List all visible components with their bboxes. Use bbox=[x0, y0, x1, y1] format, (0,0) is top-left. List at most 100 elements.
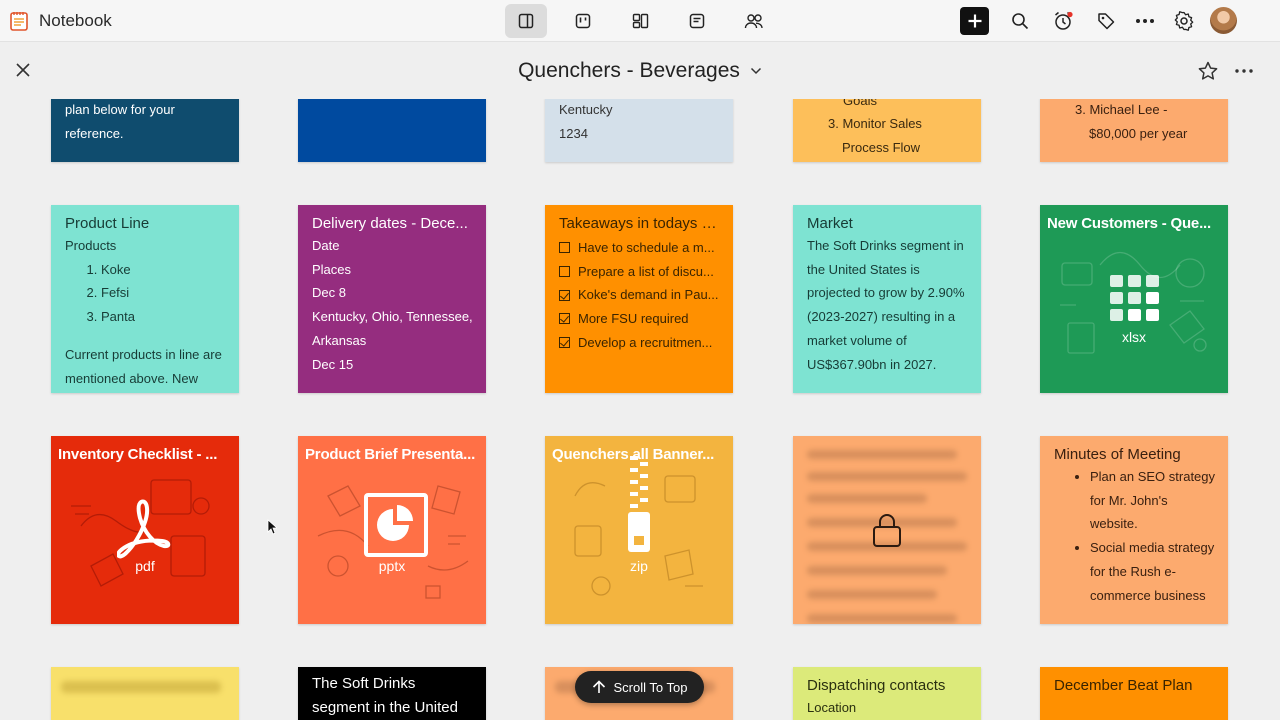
note-text: Places bbox=[312, 261, 352, 277]
add-note-button[interactable] bbox=[960, 7, 989, 35]
note-card-product-line[interactable]: Product Line Products Koke Fefsi Panta C… bbox=[51, 205, 239, 393]
file-title: New Customers - Que... bbox=[1047, 215, 1211, 232]
scroll-to-top-label: Scroll To Top bbox=[613, 679, 688, 695]
note-text: plan below for your bbox=[65, 102, 175, 117]
note-text: Arkansas bbox=[312, 332, 367, 348]
checkbox[interactable] bbox=[559, 266, 570, 278]
file-title: Product Brief Presenta... bbox=[305, 446, 476, 463]
file-extension: zip bbox=[630, 558, 648, 574]
note-card-soft-drinks[interactable]: The Soft Drinks segment in the United bbox=[298, 667, 486, 720]
file-card-xlsx[interactable]: New Customers - Que... xlsx bbox=[1040, 205, 1228, 393]
note-text: mentioned above. New bbox=[65, 370, 198, 386]
note-text: The Soft Drinks bbox=[312, 675, 416, 692]
note-text: projected to grow by 2.90% bbox=[807, 285, 965, 301]
file-card-zip[interactable]: Quenchers all Banner... zip bbox=[545, 436, 733, 624]
list-item: Koke bbox=[101, 258, 229, 282]
note-card[interactable]: plan below for your reference. bbox=[51, 99, 239, 162]
note-text: Location bbox=[807, 700, 857, 715]
checkbox[interactable] bbox=[559, 242, 570, 254]
file-extension: xlsx bbox=[1121, 329, 1147, 345]
file-card-pdf[interactable]: Inventory Checklist - ... pdf bbox=[51, 436, 239, 624]
notebook-header: Quenchers - Beverages bbox=[0, 43, 1280, 99]
note-text: 3. Monitor Sales bbox=[828, 116, 922, 131]
shared-view-button[interactable] bbox=[733, 4, 775, 38]
note-text: 1234 bbox=[559, 125, 588, 141]
list-item: Plan an SEO strategy for Mr. John's webs… bbox=[1090, 465, 1218, 536]
notebook-title-dropdown[interactable]: Quenchers - Beverages bbox=[0, 59, 1280, 83]
spreadsheet-icon bbox=[1110, 275, 1159, 321]
note-card[interactable]: Goals 3. Monitor Sales Process Flow bbox=[793, 99, 981, 162]
tag-icon bbox=[1098, 13, 1115, 30]
checklist-item: Have to schedule a m... bbox=[559, 236, 723, 260]
note-text: Date bbox=[312, 238, 340, 253]
note-view-button[interactable] bbox=[676, 4, 718, 38]
note-card-minutes[interactable]: Minutes of Meeting Plan an SEO strategy … bbox=[1040, 436, 1228, 624]
note-text: The Soft Drinks segment in bbox=[807, 238, 964, 253]
note-text: the United States is bbox=[807, 261, 920, 277]
note-text: Kentucky bbox=[559, 102, 613, 117]
board-view-button[interactable] bbox=[562, 4, 604, 38]
reminders-button[interactable] bbox=[1050, 8, 1076, 34]
file-extension: pptx bbox=[378, 558, 406, 574]
checkbox-checked[interactable] bbox=[559, 313, 570, 325]
note-text: $80,000 per year bbox=[1089, 125, 1188, 141]
file-extension: pdf bbox=[135, 558, 155, 574]
tags-button[interactable] bbox=[1093, 8, 1119, 34]
horizontal-dots-icon bbox=[1136, 19, 1154, 23]
checklist-item: Prepare a list of discu... bbox=[559, 260, 723, 284]
list-item: Social media strategy for the Rush e- co… bbox=[1090, 536, 1218, 607]
list-item: Panta bbox=[101, 305, 229, 329]
notebook-title: Quenchers - Beverages bbox=[518, 59, 740, 82]
note-text: Process Flow bbox=[842, 139, 921, 155]
locked-note-card[interactable] bbox=[793, 436, 981, 624]
people-icon bbox=[744, 14, 763, 29]
note-title: Market bbox=[807, 215, 853, 232]
top-bar: Notebook bbox=[0, 0, 1280, 42]
notebook-more-icon[interactable] bbox=[1233, 60, 1255, 82]
note-card-dispatch[interactable]: Dispatching contacts Location bbox=[793, 667, 981, 720]
arrow-up-icon bbox=[592, 680, 605, 693]
gear-icon bbox=[1174, 11, 1194, 31]
star-icon[interactable] bbox=[1197, 60, 1219, 82]
note-text: reference. bbox=[65, 125, 124, 141]
note-card[interactable]: Kentucky 1234 bbox=[545, 99, 733, 162]
file-title: Inventory Checklist - ... bbox=[58, 446, 218, 463]
checklist-item: Develop a recruitmen... bbox=[559, 331, 723, 355]
more-options-button[interactable] bbox=[1132, 8, 1158, 34]
note-title: Delivery dates - Dece... bbox=[312, 215, 468, 232]
board-icon bbox=[575, 13, 591, 29]
note-title: Takeaways in todays M... bbox=[559, 215, 721, 232]
settings-button[interactable] bbox=[1171, 8, 1197, 34]
note-card-delivery[interactable]: Delivery dates - Dece... Date Places Dec… bbox=[298, 205, 486, 393]
note-icon bbox=[689, 13, 705, 29]
user-avatar[interactable] bbox=[1210, 7, 1237, 34]
mouse-cursor-icon bbox=[267, 519, 277, 535]
note-card[interactable]: 3. Michael Lee - $80,000 per year bbox=[1040, 99, 1228, 162]
note-text: market volume of bbox=[807, 332, 907, 348]
note-card-takeaways[interactable]: Takeaways in todays M... Have to schedul… bbox=[545, 205, 733, 393]
zip-icon bbox=[628, 456, 650, 552]
note-card[interactable] bbox=[51, 667, 239, 720]
note-text: (2023-2027) resulting in a bbox=[807, 309, 956, 325]
note-card[interactable] bbox=[298, 99, 486, 162]
search-button[interactable] bbox=[1007, 8, 1033, 34]
pdf-icon bbox=[117, 499, 171, 559]
notes-grid: plan below for your reference. Kentucky … bbox=[0, 99, 1280, 720]
checklist-item: Koke's demand in Pau... bbox=[559, 283, 723, 307]
checkbox-checked[interactable] bbox=[559, 289, 570, 301]
notebook-app-icon bbox=[10, 12, 28, 31]
note-text: Current products in line are bbox=[65, 346, 222, 362]
note-card-beat-plan[interactable]: December Beat Plan bbox=[1040, 667, 1228, 720]
file-card-pptx[interactable]: Product Brief Presenta... pptx bbox=[298, 436, 486, 624]
note-title: Product Line bbox=[65, 215, 150, 232]
sidebar-view-button[interactable] bbox=[505, 4, 547, 38]
checkbox-checked[interactable] bbox=[559, 337, 570, 349]
app-name: Notebook bbox=[39, 11, 112, 30]
grid-icon bbox=[632, 13, 648, 29]
scroll-to-top-button[interactable]: Scroll To Top bbox=[575, 671, 704, 703]
grid-view-button[interactable] bbox=[619, 4, 661, 38]
note-text: Dec 15 bbox=[312, 356, 354, 372]
note-title: December Beat Plan bbox=[1054, 677, 1193, 694]
note-card-market[interactable]: Market The Soft Drinks segment in the Un… bbox=[793, 205, 981, 393]
lock-icon bbox=[873, 514, 901, 547]
